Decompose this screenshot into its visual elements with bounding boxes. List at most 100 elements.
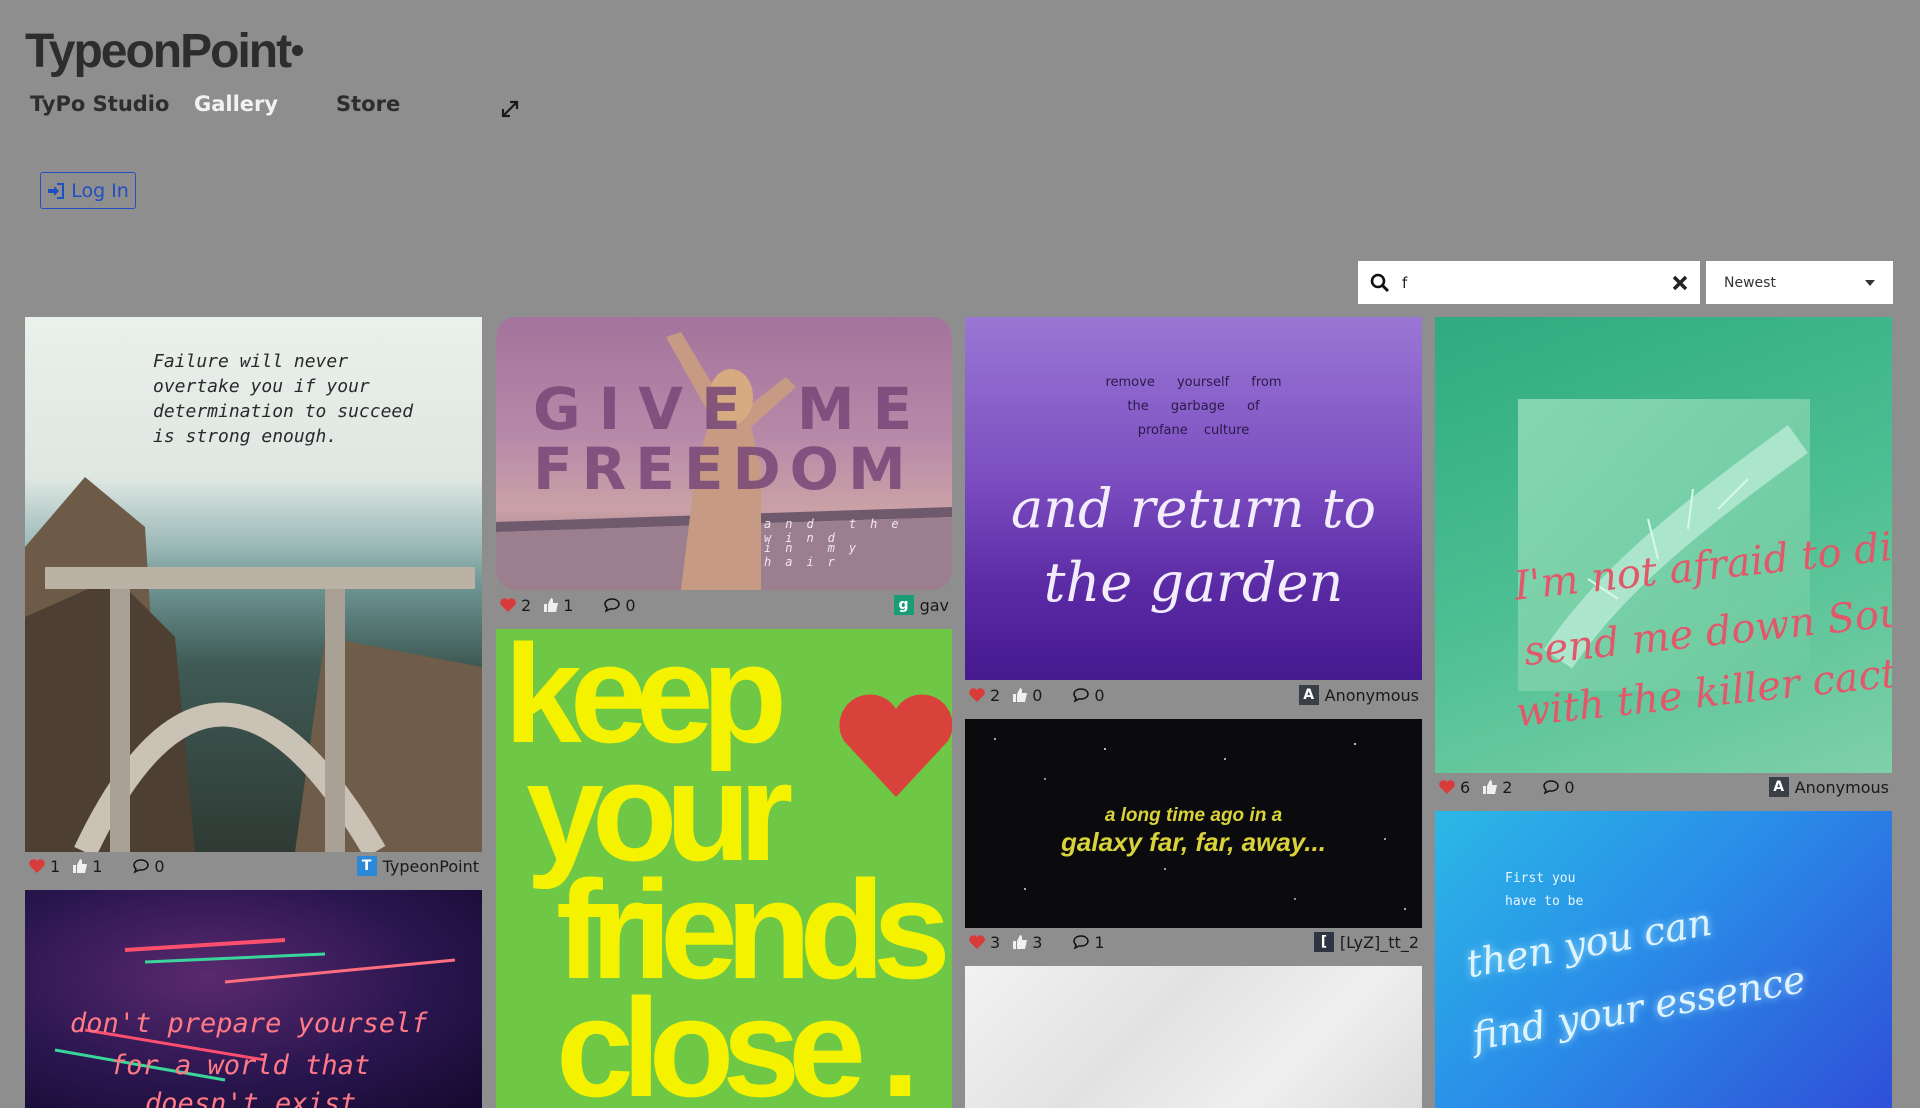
logo-dot-icon bbox=[292, 44, 304, 56]
card-meta-row: 3 3 1 [ [LyZ]_tt_2 bbox=[968, 928, 1419, 956]
card-title-line-2: FREEDOM bbox=[533, 435, 915, 503]
thumbs-count: 1 bbox=[563, 595, 574, 615]
card-meta-row: 2 0 0 A Anonymous bbox=[968, 681, 1419, 709]
heart-icon bbox=[969, 935, 985, 949]
author-name: gav bbox=[919, 595, 949, 615]
search-bar bbox=[1358, 261, 1700, 304]
logo-text: TypeonPoint bbox=[25, 25, 292, 78]
card-small-line-1: remove yourself from bbox=[1105, 375, 1282, 390]
like-count: 3 bbox=[990, 932, 1001, 952]
comment-count: 0 bbox=[1564, 777, 1575, 797]
gallery-card-failure[interactable]: Failure will never overtake you if your … bbox=[25, 317, 482, 852]
comment-group[interactable]: 0 bbox=[1072, 685, 1105, 705]
card-title-line-1: GIVE ME bbox=[533, 375, 931, 443]
like-group[interactable]: 2 bbox=[499, 596, 531, 615]
like-count: 2 bbox=[521, 595, 532, 615]
thumbs-group[interactable]: 1 bbox=[543, 596, 573, 615]
author-badge: T bbox=[356, 856, 377, 876]
nav-gallery[interactable]: Gallery bbox=[194, 92, 278, 116]
card-author[interactable]: g gav bbox=[893, 595, 949, 615]
comment-group[interactable]: 0 bbox=[1542, 777, 1575, 797]
like-count: 1 bbox=[50, 856, 61, 876]
card-small-line-1: First you bbox=[1505, 871, 1576, 886]
card-script-line-2: the garden bbox=[1043, 551, 1344, 614]
card-quote-line-1: don't prepare yourself bbox=[70, 1008, 428, 1039]
author-badge: [ bbox=[1313, 932, 1334, 952]
gallery-card-return-to-garden[interactable]: remove yourself from the garbage of prof… bbox=[965, 317, 1422, 680]
card-meta-row: 2 1 0 g gav bbox=[499, 591, 949, 619]
nav-typo-studio[interactable]: TyPo Studio bbox=[30, 92, 169, 116]
gallery-card-give-me-freedom[interactable]: GIVE ME FREEDOM and the wind in my hair bbox=[496, 317, 952, 590]
card-author[interactable]: T TypeonPoint bbox=[356, 856, 479, 876]
comment-count: 0 bbox=[154, 856, 165, 876]
card-script-line-1: then you can bbox=[1463, 899, 1716, 987]
comment-count: 0 bbox=[1094, 685, 1105, 705]
heart-shape-icon bbox=[839, 694, 952, 797]
author-name: [LyZ]_tt_2 bbox=[1339, 932, 1419, 952]
heart-icon bbox=[500, 598, 516, 612]
like-count: 6 bbox=[1460, 777, 1471, 797]
login-label: Log In bbox=[71, 179, 129, 202]
thumbs-up-icon bbox=[1013, 935, 1028, 949]
comment-icon bbox=[1543, 780, 1560, 795]
thumbs-group[interactable]: 3 bbox=[1012, 933, 1042, 952]
card-line-1: a long time ago in a bbox=[1104, 805, 1283, 826]
clear-icon[interactable] bbox=[1672, 275, 1688, 291]
sort-selected: Newest bbox=[1724, 274, 1776, 291]
thumbs-up-icon bbox=[1013, 688, 1028, 702]
card-quote-line-2: for a world that bbox=[110, 1050, 371, 1081]
heart-icon bbox=[1439, 780, 1455, 794]
card-author[interactable]: [ [LyZ]_tt_2 bbox=[1313, 932, 1419, 952]
comment-group[interactable]: 1 bbox=[1072, 932, 1105, 952]
card-author[interactable]: A Anonymous bbox=[1768, 777, 1889, 797]
thumbs-group[interactable]: 1 bbox=[72, 857, 102, 876]
like-group[interactable]: 6 bbox=[1438, 778, 1470, 797]
like-group[interactable]: 1 bbox=[28, 857, 60, 876]
thumbs-count: 1 bbox=[92, 856, 103, 876]
like-group[interactable]: 3 bbox=[968, 933, 1000, 952]
card-line-4: close . bbox=[556, 969, 920, 1108]
card-meta-row: 1 1 0 T TypeonPoint bbox=[28, 852, 479, 880]
comment-icon bbox=[1073, 935, 1090, 950]
card-script-line-1: and return to bbox=[1011, 477, 1376, 540]
thumbs-count: 2 bbox=[1502, 777, 1513, 797]
nav-store[interactable]: Store bbox=[336, 92, 400, 116]
comment-group[interactable]: 0 bbox=[603, 595, 636, 615]
thumbs-up-icon bbox=[1483, 780, 1498, 794]
sort-dropdown[interactable]: Newest bbox=[1706, 261, 1893, 304]
card-author[interactable]: A Anonymous bbox=[1298, 685, 1419, 705]
thumbs-group[interactable]: 2 bbox=[1482, 778, 1512, 797]
thumbs-count: 3 bbox=[1032, 932, 1043, 952]
heart-icon bbox=[969, 688, 985, 702]
heart-icon bbox=[29, 859, 45, 873]
thumbs-count: 0 bbox=[1032, 685, 1043, 705]
card-line-2: galaxy far, far, away... bbox=[1061, 827, 1326, 857]
gallery-card-killer-cacti[interactable]: I'm not afraid to die, send me down Sout… bbox=[1435, 317, 1892, 773]
comment-count: 1 bbox=[1094, 932, 1105, 952]
card-small-line-2: the garbage of bbox=[1127, 399, 1260, 414]
comment-icon bbox=[604, 598, 621, 613]
like-count: 2 bbox=[990, 685, 1001, 705]
comment-group[interactable]: 0 bbox=[132, 856, 165, 876]
thumbs-up-icon bbox=[73, 859, 88, 873]
author-badge: g bbox=[893, 595, 914, 615]
comment-icon bbox=[1073, 688, 1090, 703]
login-button[interactable]: Log In bbox=[40, 172, 136, 209]
expand-icon[interactable] bbox=[500, 99, 520, 119]
author-name: TypeonPoint bbox=[382, 856, 479, 876]
thumbs-group[interactable]: 0 bbox=[1012, 686, 1042, 705]
gallery-card-find-essence[interactable]: First you have to be then you can find y… bbox=[1435, 811, 1892, 1108]
like-group[interactable]: 2 bbox=[968, 686, 1000, 705]
search-icon bbox=[1370, 273, 1390, 292]
gallery-card-texture[interactable] bbox=[965, 966, 1422, 1108]
gallery-card-keep-your-friends[interactable]: keep your friends close . bbox=[496, 629, 952, 1108]
search-input[interactable] bbox=[1400, 272, 1672, 293]
card-sub-line-2: in my hair bbox=[764, 541, 871, 569]
author-name: Anonymous bbox=[1794, 777, 1889, 797]
gallery-card-galaxy[interactable]: a long time ago in a galaxy far, far, aw… bbox=[965, 719, 1422, 928]
gallery-card-dont-prepare[interactable]: don't prepare yourself for a world that … bbox=[25, 890, 482, 1108]
author-badge: A bbox=[1768, 777, 1789, 797]
author-name: Anonymous bbox=[1324, 685, 1419, 705]
app-logo[interactable]: TypeonPoint bbox=[25, 24, 304, 79]
comment-count: 0 bbox=[625, 595, 636, 615]
